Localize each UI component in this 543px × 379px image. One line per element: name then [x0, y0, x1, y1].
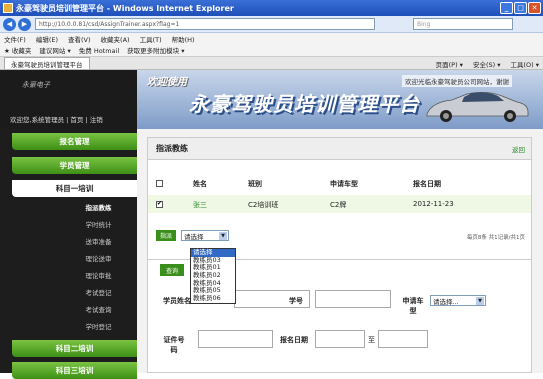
- back-link[interactable]: 返回: [512, 144, 525, 154]
- trainer-select-value: 请选择: [184, 232, 204, 241]
- window-title: 永豪驾驶员培训管理平台 - Windows Internet Explorer: [16, 3, 234, 13]
- car-type-select-value: 请选择...: [433, 297, 459, 306]
- menu-help[interactable]: 帮助(H): [172, 34, 195, 44]
- addons-link[interactable]: 获取更多附加模块 ▾: [127, 45, 184, 55]
- forward-arrow-icon[interactable]: ▶: [18, 17, 31, 31]
- trainer-select[interactable]: 请选择 ▼: [181, 230, 229, 241]
- menu-edit[interactable]: 编辑(E): [36, 34, 58, 44]
- cert-number-input[interactable]: [198, 330, 273, 348]
- date-from-input[interactable]: [315, 330, 365, 348]
- row-checkbox[interactable]: [156, 200, 163, 208]
- table-row[interactable]: 张三 C2培训班 C2牌 2012-11-23: [148, 195, 531, 213]
- chevron-down-icon[interactable]: ▼: [219, 232, 227, 240]
- back-arrow-icon[interactable]: ◀: [3, 17, 16, 31]
- tab-tools: 页面(P) ▾ 安全(S) ▾ 工具(O) ▾: [436, 57, 539, 70]
- student-id-label: 学号: [289, 297, 303, 305]
- suggested-sites-link[interactable]: 建议网站 ▾: [39, 45, 70, 55]
- student-name-label: 学员姓名: [163, 297, 191, 305]
- favorites-label: 收藏夹: [11, 47, 32, 55]
- assign-button[interactable]: 指派: [156, 230, 176, 241]
- sidebar-sub-hours-stats[interactable]: 学时统计: [60, 219, 137, 229]
- assign-panel: 指派教练 返回 姓名 班别 申请车型 报名日期 张三 C2培训班 C2牌 201…: [147, 137, 532, 373]
- student-date: 2012-11-23: [413, 200, 454, 208]
- sidebar-sub-theory-submit[interactable]: 理论送审: [60, 253, 137, 263]
- date-to-input[interactable]: [378, 330, 428, 348]
- car-type-label: 申请车型: [402, 297, 424, 315]
- sidebar-sub-exam-register[interactable]: 考试登记: [60, 287, 137, 297]
- sidebar-item-registration[interactable]: 报名管理: [12, 133, 137, 150]
- close-button[interactable]: ✕: [528, 2, 541, 14]
- url-field[interactable]: http://10.0.0.81/csd/AssignTrainer.aspx?…: [35, 18, 375, 30]
- user-greeting[interactable]: 欢迎您,系统管理员 | 首页 | 注销: [10, 114, 103, 124]
- query-button[interactable]: 查询: [160, 264, 184, 276]
- sidebar-sub-theory-approve[interactable]: 理论审批: [60, 270, 137, 280]
- platform-title: 永豪驾驶员培训管理平台: [189, 92, 420, 116]
- minimize-button[interactable]: _: [500, 2, 513, 14]
- sidebar: 报名管理 学员管理 科目一培训 指派教练 学时统计 送审准备 理论送审 理论审批…: [0, 129, 137, 379]
- student-name[interactable]: 张三: [193, 200, 207, 210]
- sidebar-sub-review-prep[interactable]: 送审准备: [60, 236, 137, 246]
- trainer-dropdown-list: 请选择 教练员03 教练员01 教练员02 教练员04 教练员05 教练员06: [190, 248, 236, 304]
- sidebar-sub-assign-trainer[interactable]: 指派教练: [60, 202, 137, 212]
- date-separator: 至: [368, 336, 375, 344]
- reg-date-label: 报名日期: [280, 336, 308, 344]
- page-menu[interactable]: 页面(P) ▾: [436, 59, 463, 69]
- sidebar-item-students[interactable]: 学员管理: [12, 157, 137, 174]
- sidebar-item-subject3[interactable]: 科目三培训: [12, 362, 137, 379]
- tab-bar: 永豪驾驶员培训管理平台 页面(P) ▾ 安全(S) ▾ 工具(O) ▾: [0, 57, 543, 70]
- car-image: [426, 92, 529, 122]
- column-header-car: 申请车型: [330, 180, 358, 188]
- favorites-button[interactable]: ★ 收藏夹: [4, 45, 31, 55]
- menu-favorites[interactable]: 收藏夹(A): [101, 34, 130, 44]
- favorites-bar: ★ 收藏夹 建议网站 ▾ 免费 Hotmail 获取更多附加模块 ▾: [0, 44, 543, 57]
- welcome-slogan: 欢迎使用: [147, 77, 187, 88]
- window-controls: _ □ ✕: [500, 2, 541, 14]
- column-header-name: 姓名: [193, 180, 207, 188]
- safety-menu[interactable]: 安全(S) ▾: [473, 59, 501, 69]
- student-id-input[interactable]: [315, 290, 391, 308]
- pager-info: 每页8条 共1记录/共1页: [466, 235, 525, 241]
- column-header-date: 报名日期: [413, 180, 441, 188]
- address-bar: ◀ ▶ http://10.0.0.81/csd/AssignTrainer.a…: [0, 16, 543, 33]
- sidebar-item-subject1[interactable]: 科目一培训: [12, 180, 137, 197]
- menu-bar: 文件(F) 编辑(E) 查看(V) 收藏夹(A) 工具(T) 帮助(H): [0, 33, 543, 44]
- dropdown-option[interactable]: 教练员06: [191, 294, 235, 303]
- site-banner: 永豪电子 欢迎您,系统管理员 | 首页 | 注销 欢迎使用 永豪驾驶员培训管理平…: [0, 70, 543, 129]
- panel-title: 指派教练: [148, 138, 531, 160]
- search-input[interactable]: Bing: [413, 18, 513, 30]
- marquee-text: 欢迎光临永豪驾驶员公司网站，谢谢: [402, 75, 512, 87]
- menu-file[interactable]: 文件(F): [4, 34, 26, 44]
- sidebar-sub-hours-register[interactable]: 学时登记: [60, 321, 137, 331]
- student-car: C2牌: [330, 201, 347, 209]
- menu-tools[interactable]: 工具(T): [140, 34, 162, 44]
- select-all-checkbox[interactable]: [156, 180, 163, 187]
- student-class: C2培训班: [248, 201, 279, 209]
- column-header-class: 班别: [248, 180, 262, 188]
- main-content: 指派教练 返回 姓名 班别 申请车型 报名日期 张三 C2培训班 C2牌 201…: [137, 129, 543, 373]
- cert-number-label: 证件号码: [163, 336, 185, 354]
- window-titlebar: 永豪驾驶员培训管理平台 - Windows Internet Explorer …: [0, 0, 543, 16]
- site-logo: 永豪电子: [22, 81, 50, 89]
- menu-view[interactable]: 查看(V): [68, 34, 91, 44]
- sidebar-item-subject2[interactable]: 科目二培训: [12, 340, 137, 357]
- sidebar-sub-exam-query[interactable]: 考试查询: [60, 304, 137, 314]
- car-type-select[interactable]: 请选择... ▼: [430, 295, 486, 306]
- chevron-down-icon[interactable]: ▼: [476, 297, 484, 305]
- ie-icon: [3, 3, 13, 13]
- hotmail-link[interactable]: 免费 Hotmail: [79, 45, 119, 55]
- banner-graphic: 欢迎使用 永豪驾驶员培训管理平台 欢迎光临永豪驾驶员公司网站，谢谢: [137, 70, 543, 129]
- maximize-button[interactable]: □: [514, 2, 527, 14]
- browser-tab[interactable]: 永豪驾驶员培训管理平台: [4, 57, 90, 69]
- tools-menu[interactable]: 工具(O) ▾: [510, 59, 539, 69]
